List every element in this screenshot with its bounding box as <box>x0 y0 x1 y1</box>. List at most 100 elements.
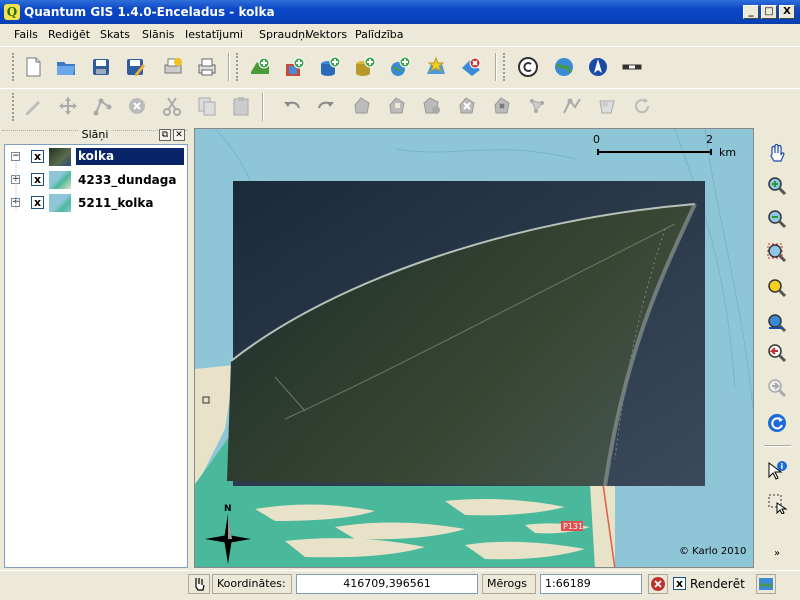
rotate-point-symbols-icon[interactable] <box>629 93 655 119</box>
render-label: Renderēt <box>690 577 745 591</box>
add-ring-icon[interactable] <box>384 93 410 119</box>
copyright-label-icon[interactable] <box>515 54 541 80</box>
node-tool-icon[interactable] <box>90 93 116 119</box>
new-project-icon[interactable] <box>20 54 46 80</box>
split-features-icon[interactable] <box>559 93 585 119</box>
add-spatialite-layer-icon[interactable] <box>352 54 378 80</box>
menu-layer[interactable]: Slānis <box>142 28 175 41</box>
delete-ring-icon[interactable] <box>454 93 480 119</box>
scalebar-end-label: 2 <box>706 133 713 146</box>
print-icon[interactable] <box>194 54 220 80</box>
zoom-full-icon[interactable] <box>762 238 792 268</box>
toggle-editing-icon[interactable] <box>20 93 46 119</box>
toolbar-overflow-icon[interactable]: » <box>762 538 792 568</box>
zoom-in-icon[interactable] <box>762 171 792 201</box>
reshape-features-icon[interactable] <box>524 93 550 119</box>
add-island-icon[interactable] <box>419 93 445 119</box>
map-canvas[interactable]: P131 0 2 km N © Karlo 2010 <box>194 128 754 568</box>
projection-status-icon[interactable] <box>756 574 776 594</box>
georeferencer-icon[interactable] <box>551 54 577 80</box>
simplify-feature-icon[interactable] <box>349 93 375 119</box>
scale-label: Mērogs <box>482 574 536 594</box>
toolbar-grip[interactable] <box>236 53 239 81</box>
qgis-app-icon: Q <box>4 4 20 20</box>
title-bar: Q Quantum GIS 1.4.0-Enceladus - kolka _ … <box>0 0 800 24</box>
cut-features-icon[interactable] <box>159 93 185 119</box>
north-arrow-icon[interactable] <box>585 54 611 80</box>
layers-panel: Slāņi ⧉ ✕ − x kolka + x 4233_dundaga + x… <box>2 128 188 568</box>
scale-bar-icon[interactable] <box>619 54 645 80</box>
menu-plugins[interactable]: Spraudņi <box>259 28 308 41</box>
select-features-icon[interactable] <box>762 488 792 518</box>
delete-part-icon[interactable] <box>489 93 515 119</box>
menu-edit[interactable]: Rediģēt <box>48 28 90 41</box>
menu-help[interactable]: Palīdzība <box>355 28 404 41</box>
zoom-out-icon[interactable] <box>762 204 792 234</box>
toolbar-separator <box>262 93 264 121</box>
paste-features-icon[interactable] <box>228 93 254 119</box>
tree-connector-lines <box>15 161 17 211</box>
open-project-icon[interactable] <box>53 54 79 80</box>
toolbar-separator <box>764 445 792 447</box>
add-postgis-layer-icon[interactable] <box>317 54 343 80</box>
file-toolbar <box>0 46 800 88</box>
toolbar-grip[interactable] <box>503 53 506 81</box>
menu-vector[interactable]: Vektors <box>306 28 347 41</box>
panel-float-icon[interactable]: ⧉ <box>159 129 171 141</box>
menu-file[interactable]: Fails <box>14 28 38 41</box>
layer-name: 4233_dundaga <box>78 173 177 187</box>
digitizing-toolbar <box>0 88 800 126</box>
svg-text:i: i <box>781 462 784 471</box>
add-raster-layer-icon[interactable] <box>282 54 308 80</box>
toolbar-grip[interactable] <box>12 93 15 121</box>
expand-toggle-icon[interactable]: − <box>11 152 20 161</box>
window-title: Quantum GIS 1.4.0-Enceladus - kolka <box>24 5 275 19</box>
maximize-button[interactable]: □ <box>761 5 777 19</box>
render-checkbox[interactable]: x <box>673 577 686 590</box>
zoom-to-selection-icon[interactable] <box>762 273 792 303</box>
delete-selected-icon[interactable] <box>124 93 150 119</box>
merge-features-icon[interactable] <box>594 93 620 119</box>
add-vector-layer-icon[interactable] <box>247 54 273 80</box>
zoom-to-layer-icon[interactable] <box>762 308 792 338</box>
add-wms-layer-icon[interactable] <box>387 54 413 80</box>
raster-thumbnail-icon <box>49 194 71 212</box>
coordinates-field[interactable]: 416709,396561 <box>296 574 478 594</box>
zoom-next-icon[interactable] <box>762 373 792 403</box>
minimize-button[interactable]: _ <box>743 5 759 19</box>
save-project-icon[interactable] <box>88 54 114 80</box>
panel-close-icon[interactable]: ✕ <box>173 129 185 141</box>
raster-thumbnail-icon <box>49 171 71 189</box>
save-as-icon[interactable] <box>122 54 148 80</box>
map-copyright-label: © Karlo 2010 <box>679 546 746 557</box>
new-vector-layer-icon[interactable] <box>423 54 449 80</box>
layer-tree[interactable]: − x kolka + x 4233_dundaga + x 5211_kolk… <box>4 144 188 568</box>
menu-settings[interactable]: Iestatījumi <box>185 28 243 41</box>
pan-hand-icon[interactable] <box>762 138 792 168</box>
print-composer-icon[interactable] <box>160 54 186 80</box>
undo-icon[interactable] <box>279 93 305 119</box>
copy-features-icon[interactable] <box>194 93 220 119</box>
road-label: P131 <box>563 522 583 531</box>
scale-field[interactable]: 1:66189 <box>540 574 642 594</box>
layer-name: kolka <box>76 148 184 165</box>
stop-render-icon[interactable] <box>648 574 668 594</box>
identify-features-icon[interactable]: i <box>762 456 792 486</box>
toggle-coordinates-icon[interactable] <box>188 574 210 594</box>
close-button[interactable]: X <box>779 5 795 19</box>
coordinates-label: Koordinātes: <box>212 574 292 594</box>
toolbar-grip[interactable] <box>12 53 15 81</box>
raster-thumbnail-icon <box>49 148 71 166</box>
toolbar-separator <box>228 53 230 81</box>
menu-bar: Fails Rediģēt Skats Slānis Iestatījumi S… <box>0 24 800 45</box>
menu-view[interactable]: Skats <box>100 28 130 41</box>
layers-panel-label: Slāņi <box>77 128 113 141</box>
remove-layer-icon[interactable] <box>458 54 484 80</box>
map-navigation-toolbar: i » <box>756 128 800 568</box>
zoom-last-icon[interactable] <box>762 338 792 368</box>
move-feature-icon[interactable] <box>55 93 81 119</box>
redo-icon[interactable] <box>313 93 339 119</box>
refresh-icon[interactable] <box>762 408 792 438</box>
scalebar-start-label: 0 <box>593 133 600 146</box>
toolbar-separator <box>495 53 497 81</box>
